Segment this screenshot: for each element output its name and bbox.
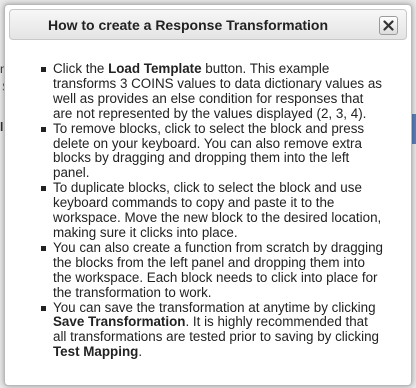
instruction-item: Click the Load Template button. This exa… [41, 61, 383, 122]
instruction-item: You can save the transformation at anyti… [41, 300, 383, 361]
bullet-icon [41, 186, 46, 192]
close-button[interactable] [379, 16, 398, 35]
help-dialog: How to create a Response Transformation … [4, 4, 412, 386]
instruction-item: You can also create a function from scra… [41, 240, 383, 301]
test-mapping-label: Test Mapping [53, 344, 139, 360]
bullet-icon [41, 305, 46, 311]
bullet-icon [41, 245, 46, 251]
load-template-label: Load Template [108, 61, 202, 76]
close-x-icon [383, 20, 394, 31]
dialog-content: Click the Load Template button. This exa… [9, 40, 407, 360]
dialog-titlebar[interactable]: How to create a Response Transformation [9, 9, 407, 40]
instruction-list: Click the Load Template button. This exa… [41, 61, 383, 361]
instruction-item: To duplicate blocks, click to select the… [41, 180, 383, 241]
bullet-icon [41, 126, 46, 132]
dialog-title: How to create a Response Transformation [47, 17, 329, 33]
bullet-icon [41, 67, 46, 72]
instruction-item: To remove blocks, click to select the bl… [41, 121, 383, 182]
save-transformation-label: Save Transformation [53, 314, 186, 330]
